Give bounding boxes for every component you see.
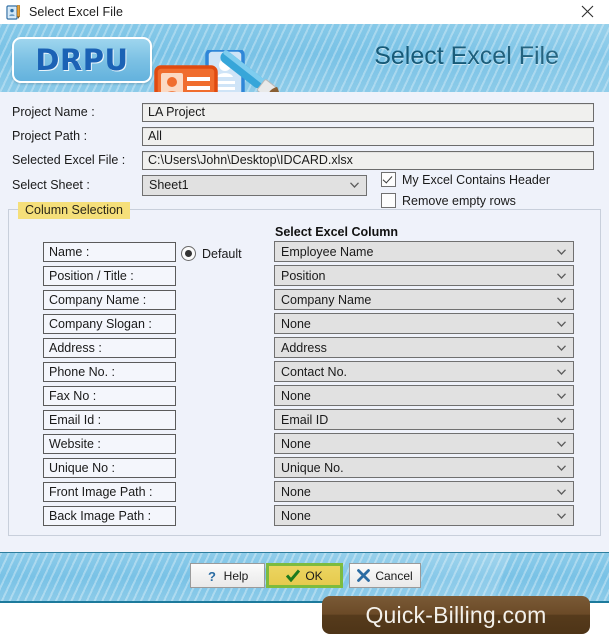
excel-column-dropdown[interactable]: None bbox=[274, 433, 574, 454]
selected-excel-file-label: Selected Excel File : bbox=[12, 153, 126, 167]
chevron-down-icon bbox=[557, 320, 566, 327]
excel-column-value: Position bbox=[281, 268, 326, 283]
select-sheet-label: Select Sheet : bbox=[12, 178, 90, 192]
excel-column-value: None bbox=[281, 484, 311, 499]
excel-column-dropdown[interactable]: None bbox=[274, 505, 574, 526]
field-label-box[interactable]: Phone No. : bbox=[43, 362, 176, 382]
excel-column-value: Email ID bbox=[281, 412, 329, 427]
chevron-down-icon bbox=[557, 272, 566, 279]
chevron-down-icon bbox=[557, 488, 566, 495]
field-label-box[interactable]: Company Name : bbox=[43, 290, 176, 310]
help-button[interactable]: ? Help bbox=[190, 563, 265, 588]
ok-button-label: OK bbox=[305, 568, 323, 583]
excel-column-dropdown[interactable]: Address bbox=[274, 337, 574, 358]
excel-column-dropdown[interactable]: None bbox=[274, 481, 574, 502]
x-mark-icon bbox=[357, 569, 371, 582]
excel-column-value: Address bbox=[281, 340, 327, 355]
id-cards-brush-illustration bbox=[152, 48, 292, 92]
drpu-logo: DRPU bbox=[12, 37, 152, 83]
header-banner: DRPU Select Excel File bbox=[0, 24, 609, 94]
checkbox-box bbox=[381, 193, 396, 208]
project-path-input[interactable]: All bbox=[142, 126, 594, 146]
excel-column-dropdown[interactable]: None bbox=[274, 385, 574, 406]
excel-column-value: None bbox=[281, 388, 311, 403]
field-label-box[interactable]: Company Slogan : bbox=[43, 314, 176, 334]
excel-column-dropdown[interactable]: Employee Name bbox=[274, 241, 574, 262]
my-excel-contains-header-checkbox[interactable]: My Excel Contains Header bbox=[381, 172, 550, 187]
excel-column-value: Company Name bbox=[281, 292, 372, 307]
field-label-box[interactable]: Email Id : bbox=[43, 410, 176, 430]
remove-empty-rows-checkbox[interactable]: Remove empty rows bbox=[381, 193, 516, 208]
excel-column-dropdown[interactable]: Contact No. bbox=[274, 361, 574, 382]
excel-column-value: Contact No. bbox=[281, 364, 348, 379]
excel-column-value: None bbox=[281, 436, 311, 451]
select-sheet-value: Sheet1 bbox=[149, 178, 189, 192]
field-label-box[interactable]: Position / Title : bbox=[43, 266, 176, 286]
form-area: Project Name : LA Project Project Path :… bbox=[0, 92, 609, 552]
project-name-label: Project Name : bbox=[12, 105, 95, 119]
field-label-box[interactable]: Back Image Path : bbox=[43, 506, 176, 526]
drpu-logo-text: DRPU bbox=[35, 43, 129, 77]
default-radio-label: Default bbox=[202, 246, 242, 261]
chevron-down-icon bbox=[557, 248, 566, 255]
checkbox-box bbox=[381, 172, 396, 187]
select-sheet-dropdown[interactable]: Sheet1 bbox=[142, 174, 367, 196]
titlebar: Select Excel File bbox=[0, 0, 609, 25]
excel-column-value: Employee Name bbox=[281, 244, 374, 259]
my-excel-contains-header-label: My Excel Contains Header bbox=[402, 172, 550, 187]
chevron-down-icon bbox=[557, 344, 566, 351]
excel-column-dropdown[interactable]: Email ID bbox=[274, 409, 574, 430]
project-path-label: Project Path : bbox=[12, 129, 88, 143]
chevron-down-icon bbox=[557, 368, 566, 375]
excel-column-dropdown[interactable]: Unique No. bbox=[274, 457, 574, 478]
window-title: Select Excel File bbox=[29, 5, 124, 19]
check-mark-icon bbox=[286, 569, 301, 582]
chevron-down-icon bbox=[350, 182, 359, 188]
cancel-button[interactable]: Cancel bbox=[349, 563, 421, 588]
help-button-label: Help bbox=[223, 568, 249, 583]
excel-column-dropdown[interactable]: Company Name bbox=[274, 289, 574, 310]
field-label-box[interactable]: Address : bbox=[43, 338, 176, 358]
project-name-input[interactable]: LA Project bbox=[142, 102, 594, 122]
cancel-button-label: Cancel bbox=[375, 568, 413, 583]
chevron-down-icon bbox=[557, 512, 566, 519]
excel-column-value: Unique No. bbox=[281, 460, 344, 475]
banner-title: Select Excel File bbox=[374, 42, 559, 70]
column-selection-legend: Column Selection bbox=[18, 202, 130, 219]
watermark-badge: Quick-Billing.com bbox=[322, 596, 590, 634]
field-label-box[interactable]: Fax No : bbox=[43, 386, 176, 406]
svg-text:?: ? bbox=[208, 569, 216, 583]
question-mark-icon: ? bbox=[208, 569, 216, 583]
chevron-down-icon bbox=[557, 296, 566, 303]
default-radio[interactable]: Default bbox=[181, 246, 242, 261]
project-name-row: Project Name : LA Project bbox=[12, 102, 594, 122]
select-excel-column-header: Select Excel Column bbox=[275, 225, 398, 239]
field-label-box[interactable]: Name : bbox=[43, 242, 176, 262]
radio-indicator bbox=[181, 246, 196, 261]
close-icon[interactable] bbox=[565, 0, 609, 23]
selected-excel-file-input[interactable]: C:\Users\John\Desktop\IDCARD.xlsx bbox=[142, 150, 594, 170]
field-label-box[interactable]: Website : bbox=[43, 434, 176, 454]
chevron-down-icon bbox=[557, 392, 566, 399]
project-path-row: Project Path : All bbox=[12, 126, 594, 146]
selected-excel-file-row: Selected Excel File : C:\Users\John\Desk… bbox=[12, 150, 594, 170]
id-card-pen-icon bbox=[6, 4, 22, 20]
field-label-box[interactable]: Unique No : bbox=[43, 458, 176, 478]
chevron-down-icon bbox=[557, 440, 566, 447]
ok-button[interactable]: OK bbox=[266, 563, 343, 588]
excel-column-dropdown[interactable]: Position bbox=[274, 265, 574, 286]
chevron-down-icon bbox=[557, 416, 566, 423]
watermark-text: Quick-Billing.com bbox=[365, 601, 547, 628]
excel-column-dropdown[interactable]: None bbox=[274, 313, 574, 334]
chevron-down-icon bbox=[557, 464, 566, 471]
field-label-box[interactable]: Front Image Path : bbox=[43, 482, 176, 502]
excel-column-value: None bbox=[281, 508, 311, 523]
select-excel-file-window: Select Excel File DRPU Select Excel File… bbox=[0, 0, 609, 635]
excel-column-value: None bbox=[281, 316, 311, 331]
select-sheet-row: Select Sheet : Sheet1 bbox=[12, 174, 367, 196]
remove-empty-rows-label: Remove empty rows bbox=[402, 193, 516, 208]
